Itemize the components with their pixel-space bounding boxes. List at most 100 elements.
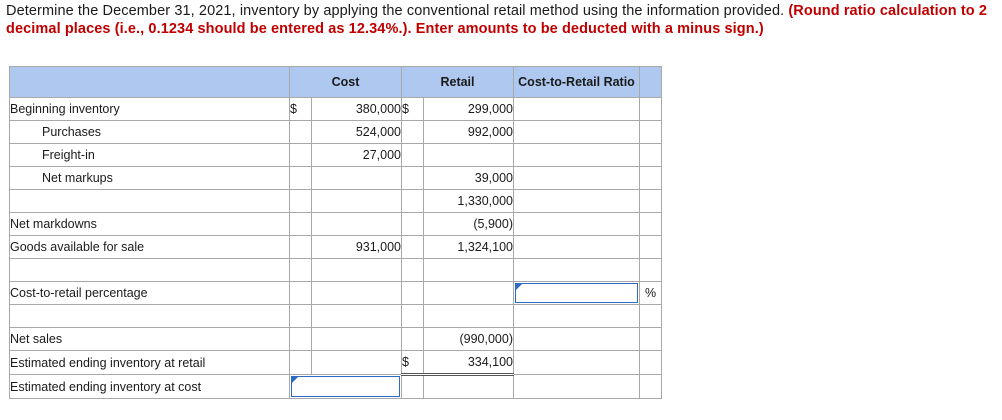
header-blank [9, 66, 290, 98]
table-row: Beginning inventory $ 380,000 $ 299,000 [9, 97, 662, 121]
blank-cell [401, 258, 424, 282]
est-cost-input[interactable] [291, 376, 400, 397]
ratio-cell [513, 97, 640, 121]
retail-goods-available: 1,324,100 [423, 235, 514, 259]
pct-cell [639, 235, 662, 259]
cost-cell [311, 281, 402, 305]
retail-purchases: 992,000 [423, 120, 514, 144]
blank-cell [423, 258, 514, 282]
header-retail: Retail [401, 66, 514, 98]
cost-beginning-inventory: 380,000 [311, 97, 402, 121]
ratio-cell [513, 120, 640, 144]
blank-cell [311, 258, 402, 282]
ratio-cell [513, 350, 640, 375]
row-label-net-markups: Net markups [9, 166, 290, 190]
table-row: Estimated ending inventory at retail $ 3… [9, 350, 662, 376]
pct-cell [639, 374, 662, 399]
row-label-goods-available: Goods available for sale [9, 235, 290, 259]
retail-currency-cell [401, 327, 424, 351]
row-label-cost-to-retail: Cost-to-retail percentage [9, 281, 290, 305]
retail-method-worksheet: Cost Retail Cost-to-Retail Ratio Beginni… [9, 66, 662, 399]
retail-net-sales: (990,000) [423, 327, 514, 351]
retail-currency-cell [401, 281, 424, 305]
row-label-subtotal [9, 189, 290, 213]
retail-currency-cell [401, 374, 424, 399]
row-label-est-cost: Estimated ending inventory at cost [9, 374, 290, 399]
retail-currency-cell [401, 212, 424, 236]
cost-currency-cell [289, 143, 312, 167]
table-row [9, 258, 662, 282]
cost-purchases: 524,000 [311, 120, 402, 144]
ratio-cell [513, 374, 640, 399]
blank-cell [311, 304, 402, 328]
blank-cell [639, 304, 662, 328]
row-label-net-sales: Net sales [9, 327, 290, 351]
blank-cell [9, 258, 290, 282]
cost-cell [311, 327, 402, 351]
cost-currency-cell [289, 281, 312, 305]
cost-currency-cell [289, 212, 312, 236]
retail-currency: $ [401, 350, 424, 376]
cost-currency-cell [289, 350, 312, 375]
pct-cell [639, 327, 662, 351]
cost-currency-cell [289, 235, 312, 259]
pct-cell [639, 143, 662, 167]
input-flag-icon [292, 377, 298, 383]
instructions-text: Determine the December 31, 2021, invento… [6, 3, 789, 19]
retail-beginning-inventory: 299,000 [423, 97, 514, 121]
percent-sign: % [639, 281, 662, 305]
retail-currency-cell [401, 143, 424, 167]
pct-cell [639, 189, 662, 213]
cost-currency-cell [289, 327, 312, 351]
header-cost: Cost [289, 66, 402, 98]
input-flag-icon [516, 284, 522, 290]
blank-cell [9, 304, 290, 328]
header-blank-right [639, 66, 662, 98]
blank-cell [513, 258, 640, 282]
pct-cell [639, 166, 662, 190]
retail-net-markdowns: (5,900) [423, 212, 514, 236]
table-row: Goods available for sale 931,000 1,324,1… [9, 235, 662, 259]
ratio-cell [513, 327, 640, 351]
pct-cell [639, 350, 662, 375]
ratio-cell [513, 166, 640, 190]
cost-cell [311, 350, 402, 375]
table-row: Cost-to-retail percentage % [9, 281, 662, 305]
retail-cell [423, 374, 514, 399]
table-row: Estimated ending inventory at cost [9, 374, 662, 399]
cost-currency: $ [289, 97, 312, 121]
row-label-freight-in: Freight-in [9, 143, 290, 167]
row-label-beginning-inventory: Beginning inventory [9, 97, 290, 121]
blank-cell [639, 258, 662, 282]
row-label-purchases: Purchases [9, 120, 290, 144]
pct-cell [639, 97, 662, 121]
cost-currency-cell [289, 120, 312, 144]
ratio-cell [513, 189, 640, 213]
ratio-cell [513, 212, 640, 236]
cost-net-markups [311, 166, 402, 190]
blank-cell [401, 304, 424, 328]
table-row: 1,330,000 [9, 189, 662, 213]
cost-currency-cell [289, 166, 312, 190]
cost-goods-available: 931,000 [311, 235, 402, 259]
pct-cell [639, 212, 662, 236]
blank-cell [289, 258, 312, 282]
retail-currency-cell [401, 235, 424, 259]
header-row: Cost Retail Cost-to-Retail Ratio [9, 66, 662, 98]
pct-cell [639, 120, 662, 144]
ratio-input[interactable] [515, 283, 638, 303]
row-label-net-markdowns: Net markdowns [9, 212, 290, 236]
table-row: Net sales (990,000) [9, 327, 662, 351]
row-label-est-retail: Estimated ending inventory at retail [9, 350, 290, 375]
table-row: Purchases 524,000 992,000 [9, 120, 662, 144]
table-row [9, 304, 662, 328]
blank-cell [513, 304, 640, 328]
blank-cell [289, 304, 312, 328]
cost-currency-cell [289, 189, 312, 213]
ratio-cell [513, 143, 640, 167]
retail-currency-cell [401, 166, 424, 190]
retail-freight-in [423, 143, 514, 167]
table-row: Net markdowns (5,900) [9, 212, 662, 236]
ratio-input-cell [513, 281, 640, 305]
cost-net-markdowns [311, 212, 402, 236]
